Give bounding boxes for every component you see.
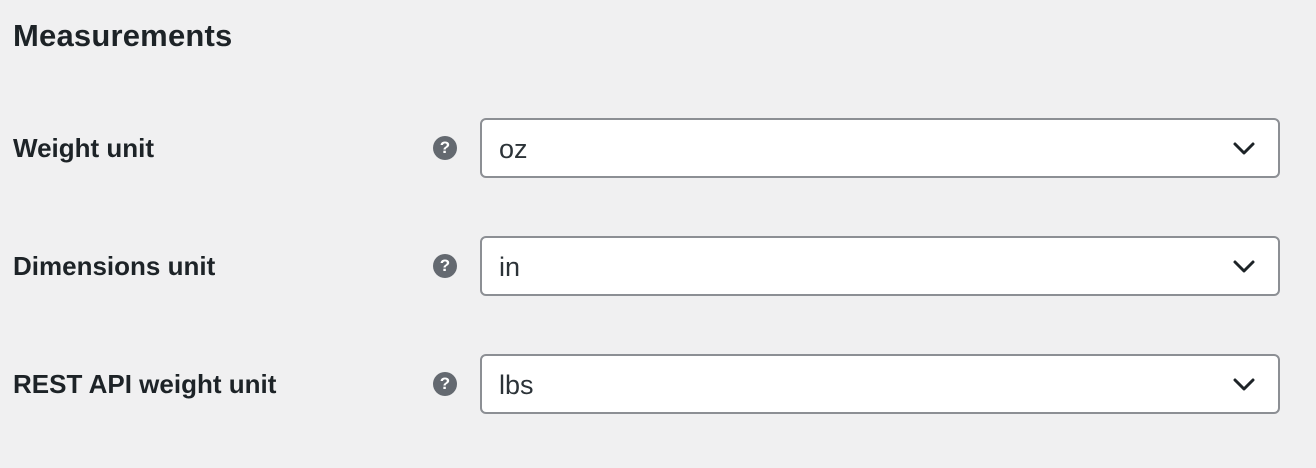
help-icon[interactable]: ? — [433, 254, 457, 278]
dimensions-unit-select[interactable]: in — [480, 236, 1280, 296]
weight-unit-select[interactable]: oz — [480, 118, 1280, 178]
chevron-down-icon — [1233, 142, 1255, 155]
dimensions-unit-label: Dimensions unit — [13, 251, 216, 281]
section-title: Measurements — [13, 18, 233, 53]
rest-api-weight-unit-select[interactable]: lbs — [480, 354, 1280, 414]
rest-api-weight-unit-row: REST API weight unit ? lbs — [0, 354, 1316, 414]
dimensions-unit-value: in — [499, 252, 521, 282]
rest-api-weight-unit-value: lbs — [499, 370, 534, 400]
chevron-down-icon — [1233, 378, 1255, 391]
rest-api-weight-unit-label: REST API weight unit — [13, 369, 277, 399]
help-icon[interactable]: ? — [433, 372, 457, 396]
weight-unit-value: oz — [499, 134, 528, 164]
weight-unit-row: Weight unit ? oz — [0, 118, 1316, 178]
chevron-down-icon — [1233, 260, 1255, 273]
dimensions-unit-row: Dimensions unit ? in — [0, 236, 1316, 296]
help-icon[interactable]: ? — [433, 136, 457, 160]
weight-unit-label: Weight unit — [13, 133, 155, 163]
